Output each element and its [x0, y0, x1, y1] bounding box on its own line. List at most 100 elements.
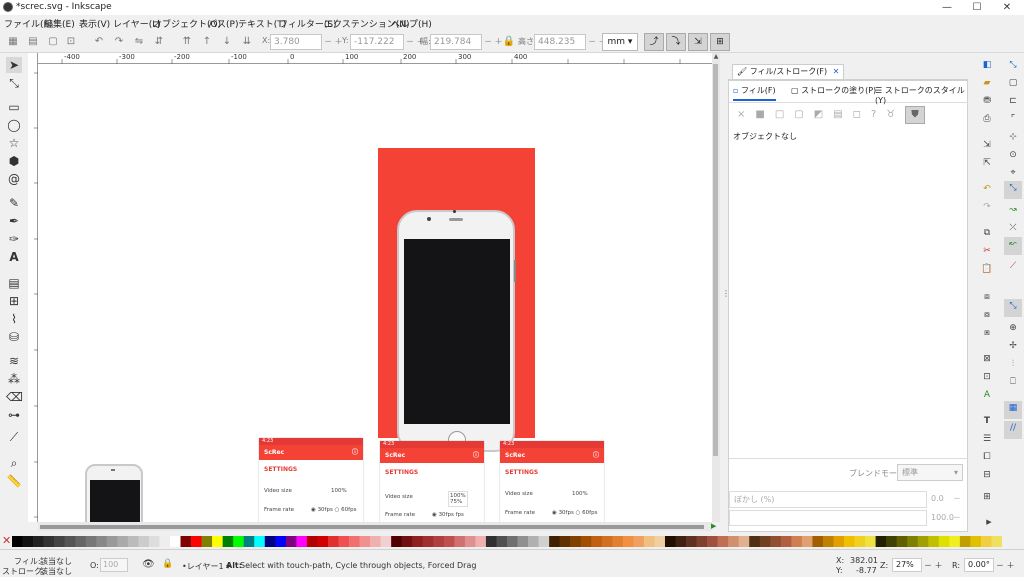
duplicate-icon[interactable]: ⧈ — [980, 290, 994, 304]
palette-swatch[interactable] — [148, 536, 160, 547]
swatch-icon[interactable]: ◻ — [853, 109, 871, 120]
palette-swatch[interactable] — [412, 536, 424, 547]
import-icon[interactable]: ⇲ — [980, 138, 994, 152]
palette-swatch[interactable] — [896, 536, 908, 547]
palette-swatch[interactable] — [422, 536, 434, 547]
palette-swatch[interactable] — [517, 536, 529, 547]
palette-swatch[interactable] — [127, 536, 139, 547]
palette-swatch[interactable] — [391, 536, 402, 547]
palette-swatch[interactable] — [285, 536, 297, 547]
tweak-tool-icon[interactable]: ≋ — [6, 353, 22, 369]
app-screenshot-card[interactable]: 4:23 ScRec ⓘ SETTINGS Video size 100% Fra… — [259, 438, 363, 522]
palette-swatch[interactable] — [707, 536, 718, 547]
palette-swatch[interactable] — [243, 536, 255, 547]
lower-to-bottom-icon[interactable]: ⇊ — [240, 35, 254, 49]
palette-swatch[interactable] — [275, 536, 287, 547]
palette-swatch[interactable] — [601, 536, 613, 547]
palette-swatch[interactable] — [43, 536, 55, 547]
zoom-field[interactable]: 27% — [892, 558, 922, 572]
no-paint-swatch-icon[interactable]: ✕ — [2, 535, 11, 546]
menu-path[interactable]: パス(P) — [208, 17, 238, 30]
width-stepper-icon[interactable]: － ＋ — [484, 36, 503, 47]
paint-bucket-tool-icon[interactable]: ⛁ — [6, 329, 22, 345]
palette-swatch[interactable] — [917, 536, 929, 547]
paste-icon[interactable]: 📋 — [980, 262, 994, 276]
opacity-slider[interactable] — [729, 510, 927, 526]
palette-swatch[interactable] — [654, 536, 666, 547]
palette-swatch[interactable] — [791, 536, 803, 547]
touch-select-icon[interactable]: ⊡ — [64, 35, 78, 49]
y-field[interactable]: -117.222 — [350, 34, 404, 50]
raise-to-top-icon[interactable]: ⇈ — [180, 35, 194, 49]
text-tool-icon[interactable]: A — [6, 249, 22, 265]
cut-icon[interactable]: ✂ — [980, 244, 994, 258]
blend-mode-select[interactable]: 標準 ▾ — [897, 464, 963, 481]
palette-swatch[interactable] — [370, 536, 381, 547]
undo-icon[interactable]: ↶ — [980, 182, 994, 196]
palette-swatch[interactable] — [970, 536, 982, 547]
rotate-ccw-icon[interactable]: ↶ — [92, 35, 106, 49]
tab-fill[interactable]: ▫ フィル(F) — [733, 85, 776, 101]
dock-tab-fill-stroke[interactable]: 🖌 フィル/ストローク(F) ✕ — [732, 64, 845, 79]
opacity-stepper-icon[interactable]: － — [953, 512, 961, 523]
palette-swatch[interactable] — [201, 536, 213, 547]
layers-dialog-icon[interactable]: ☰ — [980, 432, 994, 446]
rotate-cw-icon[interactable]: ↷ — [112, 35, 126, 49]
snap-others-icon[interactable]: ⤡ — [1004, 299, 1022, 317]
palette-swatch[interactable] — [759, 536, 771, 547]
3d-box-tool-icon[interactable]: ⬢ — [6, 153, 22, 169]
lower-icon[interactable]: ↓ — [220, 35, 234, 49]
palette-swatch[interactable] — [822, 536, 834, 547]
palette-swatch[interactable] — [949, 536, 961, 547]
blur-value[interactable]: 0.0 — [931, 494, 944, 503]
palette-swatch[interactable] — [401, 536, 413, 547]
raise-icon[interactable]: ↑ — [200, 35, 214, 49]
snap-nodes-toggle-icon[interactable]: ⤡ — [1004, 181, 1022, 199]
palette-swatch[interactable] — [264, 536, 276, 547]
opacity-value[interactable]: 100.0 — [931, 513, 954, 522]
zoom-tool-icon[interactable]: ⌕ — [6, 455, 22, 471]
flip-vertical-icon[interactable]: ⇵ — [152, 35, 166, 49]
palette-swatch[interactable] — [570, 536, 582, 547]
measure-tool-icon[interactable]: ⟋ — [6, 429, 22, 445]
spiral-tool-icon[interactable]: @ — [6, 171, 22, 187]
fill-stroke-dialog-icon[interactable]: A — [980, 388, 994, 402]
width-field[interactable]: 219.784 — [430, 34, 482, 50]
palette-swatch[interactable] — [64, 536, 76, 547]
ellipse-tool-icon[interactable]: ◯ — [6, 117, 22, 133]
current-layer-select[interactable]: •レイヤー1 ▾ — [182, 561, 230, 572]
palette-swatches[interactable] — [12, 536, 1002, 547]
palette-swatch[interactable] — [938, 536, 950, 547]
new-document-icon[interactable]: ◧ — [980, 58, 994, 72]
horizontal-scroll-thumb[interactable] — [40, 525, 704, 529]
eraser-tool-icon[interactable]: ⌫ — [6, 389, 23, 405]
phone-mockup-large[interactable] — [397, 210, 515, 452]
pencil-tool-icon[interactable]: ✎ — [6, 195, 22, 211]
palette-swatch[interactable] — [433, 536, 445, 547]
palette-swatch[interactable] — [675, 536, 687, 547]
vertical-scroll-thumb[interactable] — [713, 64, 718, 456]
lock-ratio-icon[interactable]: 🔒 — [502, 35, 516, 49]
palette-swatch[interactable] — [22, 536, 34, 547]
palette-swatch[interactable] — [549, 536, 560, 547]
palette-swatch[interactable] — [664, 536, 676, 547]
scroll-up-arrow-icon[interactable]: ▲ — [712, 53, 720, 63]
node-tool-icon[interactable]: ⤡ — [6, 75, 22, 91]
snap-rotation-center-icon[interactable]: ✢ — [1006, 339, 1020, 353]
palette-swatch[interactable] — [85, 536, 97, 547]
snap-smooth-icon[interactable]: ⟋ — [1006, 259, 1020, 273]
palette-swatch[interactable] — [738, 536, 750, 547]
layer-lock-icon[interactable]: 🔒 — [162, 559, 173, 569]
palette-swatch[interactable] — [306, 536, 318, 547]
palette-swatch[interactable] — [770, 536, 782, 547]
connector-tool-icon[interactable]: ⊶ — [6, 407, 22, 423]
scale-stroke-icon[interactable]: ⤴ — [644, 33, 664, 51]
palette-swatch[interactable] — [854, 536, 866, 547]
flat-color-icon[interactable]: ■ — [755, 109, 774, 120]
palette-swatch[interactable] — [75, 536, 87, 547]
palette-swatch[interactable] — [833, 536, 845, 547]
palette-swatch[interactable] — [380, 536, 392, 547]
color-manage-toggle-icon[interactable]: ▶ — [711, 522, 720, 532]
palette-swatch[interactable] — [991, 536, 1002, 547]
phone-mockup-small[interactable] — [85, 464, 143, 522]
